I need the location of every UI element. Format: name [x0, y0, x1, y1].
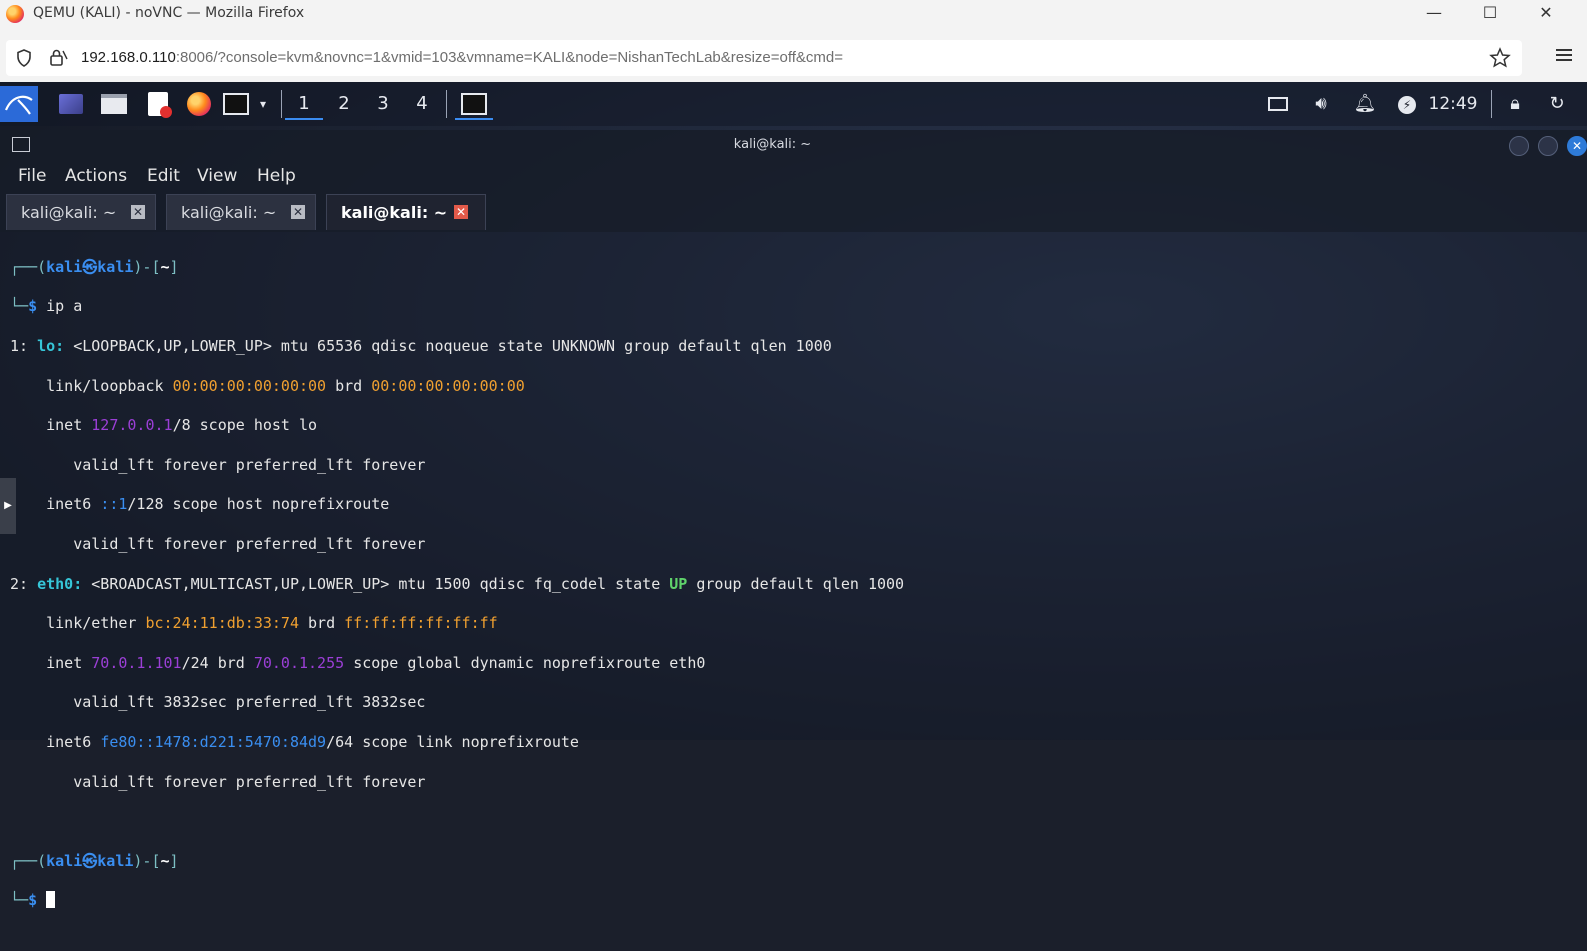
tab-close-icon[interactable]: ✕ [131, 205, 145, 219]
terminal-minimize-button[interactable] [1509, 136, 1529, 156]
menu-file[interactable]: File [18, 166, 46, 186]
menu-view[interactable]: View [197, 166, 237, 186]
terminal-window: kali@kali: ~ ✕ File Actions Edit View He… [0, 130, 1587, 909]
panel-separator [281, 90, 282, 118]
terminal-tab-1[interactable]: kali@kali: ~ ✕ [6, 194, 156, 230]
workspace-2[interactable]: 2 [325, 90, 363, 118]
kali-menu-icon[interactable] [0, 86, 38, 122]
prompt-host: kali [97, 257, 134, 276]
prompt-cwd: ~ [160, 257, 170, 276]
tab-label: kali@kali: ~ [181, 203, 277, 222]
tab-label: kali@kali: ~ [341, 203, 448, 222]
terminal-title: kali@kali: ~ [733, 137, 812, 152]
chevron-down-icon[interactable]: ▾ [255, 90, 271, 118]
novnc-sidebar-handle[interactable]: ▶ [0, 478, 16, 534]
browser-title-bar: QEMU (KALI) - noVNC — Mozilla Firefox — … [0, 0, 1587, 28]
desktop-icon[interactable] [57, 90, 85, 118]
logout-icon[interactable]: ↻ [1544, 90, 1570, 118]
menu-edit[interactable]: Edit [147, 166, 180, 186]
hamburger-menu-icon[interactable] [1555, 47, 1573, 63]
lock-warning-icon[interactable] [48, 48, 68, 68]
workspace-1[interactable]: 1 [285, 90, 323, 120]
output-line: inet 127.0.0.1/8 scope host lo [10, 416, 318, 435]
notification-icon[interactable]: 🔔︎ [1352, 90, 1378, 118]
command-line: └─$ [10, 891, 904, 911]
text-cursor [46, 891, 56, 909]
text-editor-icon[interactable] [144, 90, 172, 118]
browser-nav-bar: 192.168.0.110:8006/?console=kvm&novnc=1&… [0, 28, 1587, 82]
output-line: 1: lo: <LOOPBACK,UP,LOWER_UP> mtu 65536 … [10, 336, 832, 355]
bookmark-star-icon[interactable] [1489, 47, 1511, 69]
firefox-icon[interactable] [185, 90, 213, 118]
terminal-tab-bar: kali@kali: ~ ✕ kali@kali: ~ ✕ kali@kali:… [0, 192, 1587, 232]
tab-label: kali@kali: ~ [21, 203, 117, 222]
output-line: valid_lft forever preferred_lft forever [73, 772, 426, 791]
output-line: valid_lft forever preferred_lft forever [73, 455, 426, 474]
terminal-output[interactable]: ┌──(kali㉿kali)-[~] └─$ ip a 1: lo: <LOOP… [0, 232, 1587, 909]
workspace-3[interactable]: 3 [364, 90, 402, 118]
terminal-tab-3[interactable]: kali@kali: ~ ✕ [326, 194, 486, 230]
shield-icon[interactable] [16, 49, 32, 67]
output-line: link/ether bc:24:11:db:33:74 brd ff:ff:f… [46, 614, 498, 633]
output-line: valid_lft forever preferred_lft forever [73, 534, 426, 553]
prompt-user: kali [46, 257, 83, 276]
url-path: :8006/?console=kvm&novnc=1&vmid=103&vmna… [175, 49, 844, 66]
terminal-maximize-button[interactable] [1538, 136, 1558, 156]
lock-icon[interactable]: 🔒︎ [1502, 90, 1528, 118]
output-line: valid_lft 3832sec preferred_lft 3832sec [73, 693, 426, 712]
panel-separator [446, 90, 447, 118]
url-bar[interactable]: 192.168.0.110:8006/?console=kvm&novnc=1&… [6, 40, 1522, 76]
output-line: 2: eth0: <BROADCAST,MULTICAST,UP,LOWER_U… [10, 574, 905, 593]
close-button[interactable]: ✕ [1518, 0, 1574, 28]
terminal-window-icon[interactable] [455, 90, 493, 120]
tab-close-icon[interactable]: ✕ [291, 205, 305, 219]
file-manager-icon[interactable] [100, 90, 128, 118]
output-line: inet6 ::1/128 scope host noprefixroute [10, 495, 390, 514]
menu-actions[interactable]: Actions [65, 166, 127, 186]
prompt-line: ┌──(kali㉿kali)-[~] [10, 257, 179, 276]
terminal-icon[interactable] [222, 90, 250, 118]
prompt-line: ┌──(kali㉿kali)-[~] [10, 851, 179, 870]
power-icon[interactable]: ⚡︎ [1394, 90, 1420, 118]
volume-icon[interactable]: 🔊︎ [1308, 90, 1334, 118]
url-host: 192.168.0.110 [81, 49, 176, 66]
command-line: └─$ ip a [10, 297, 83, 316]
window-title: QEMU (KALI) - noVNC — Mozilla Firefox [33, 5, 305, 21]
url-text[interactable]: 192.168.0.110:8006/?console=kvm&novnc=1&… [81, 49, 843, 66]
terminal-menu-bar: File Actions Edit View Help [0, 160, 1587, 192]
maximize-button[interactable]: ☐ [1462, 0, 1518, 28]
kali-panel: ▾ 1 2 3 4 🔊︎ 🔔︎ ⚡︎ 12:49 🔒︎ ↻ [0, 82, 1587, 126]
workspace-4[interactable]: 4 [403, 90, 441, 118]
terminal-close-button[interactable]: ✕ [1567, 136, 1587, 156]
menu-help[interactable]: Help [257, 166, 296, 186]
firefox-logo-icon [6, 5, 24, 23]
terminal-tab-2[interactable]: kali@kali: ~ ✕ [166, 194, 316, 230]
terminal-screen: ┌──(kali㉿kali)-[~] └─$ ip a 1: lo: <LOOP… [10, 238, 904, 951]
command-text: ip a [46, 297, 83, 316]
output-line: inet6 fe80::1478:d221:5470:84d9/64 scope… [10, 732, 579, 751]
minimize-button[interactable]: — [1406, 0, 1462, 28]
output-line: inet 70.0.1.101/24 brd 70.0.1.255 scope … [10, 653, 706, 672]
terminal-title-bar[interactable]: kali@kali: ~ ✕ [0, 130, 1587, 160]
display-icon[interactable] [1265, 90, 1291, 118]
output-line: link/loopback 00:00:00:00:00:00 brd 00:0… [46, 376, 525, 395]
tab-close-icon[interactable]: ✕ [454, 205, 468, 219]
panel-separator [1491, 90, 1492, 118]
clock[interactable]: 12:49 [1428, 90, 1478, 118]
